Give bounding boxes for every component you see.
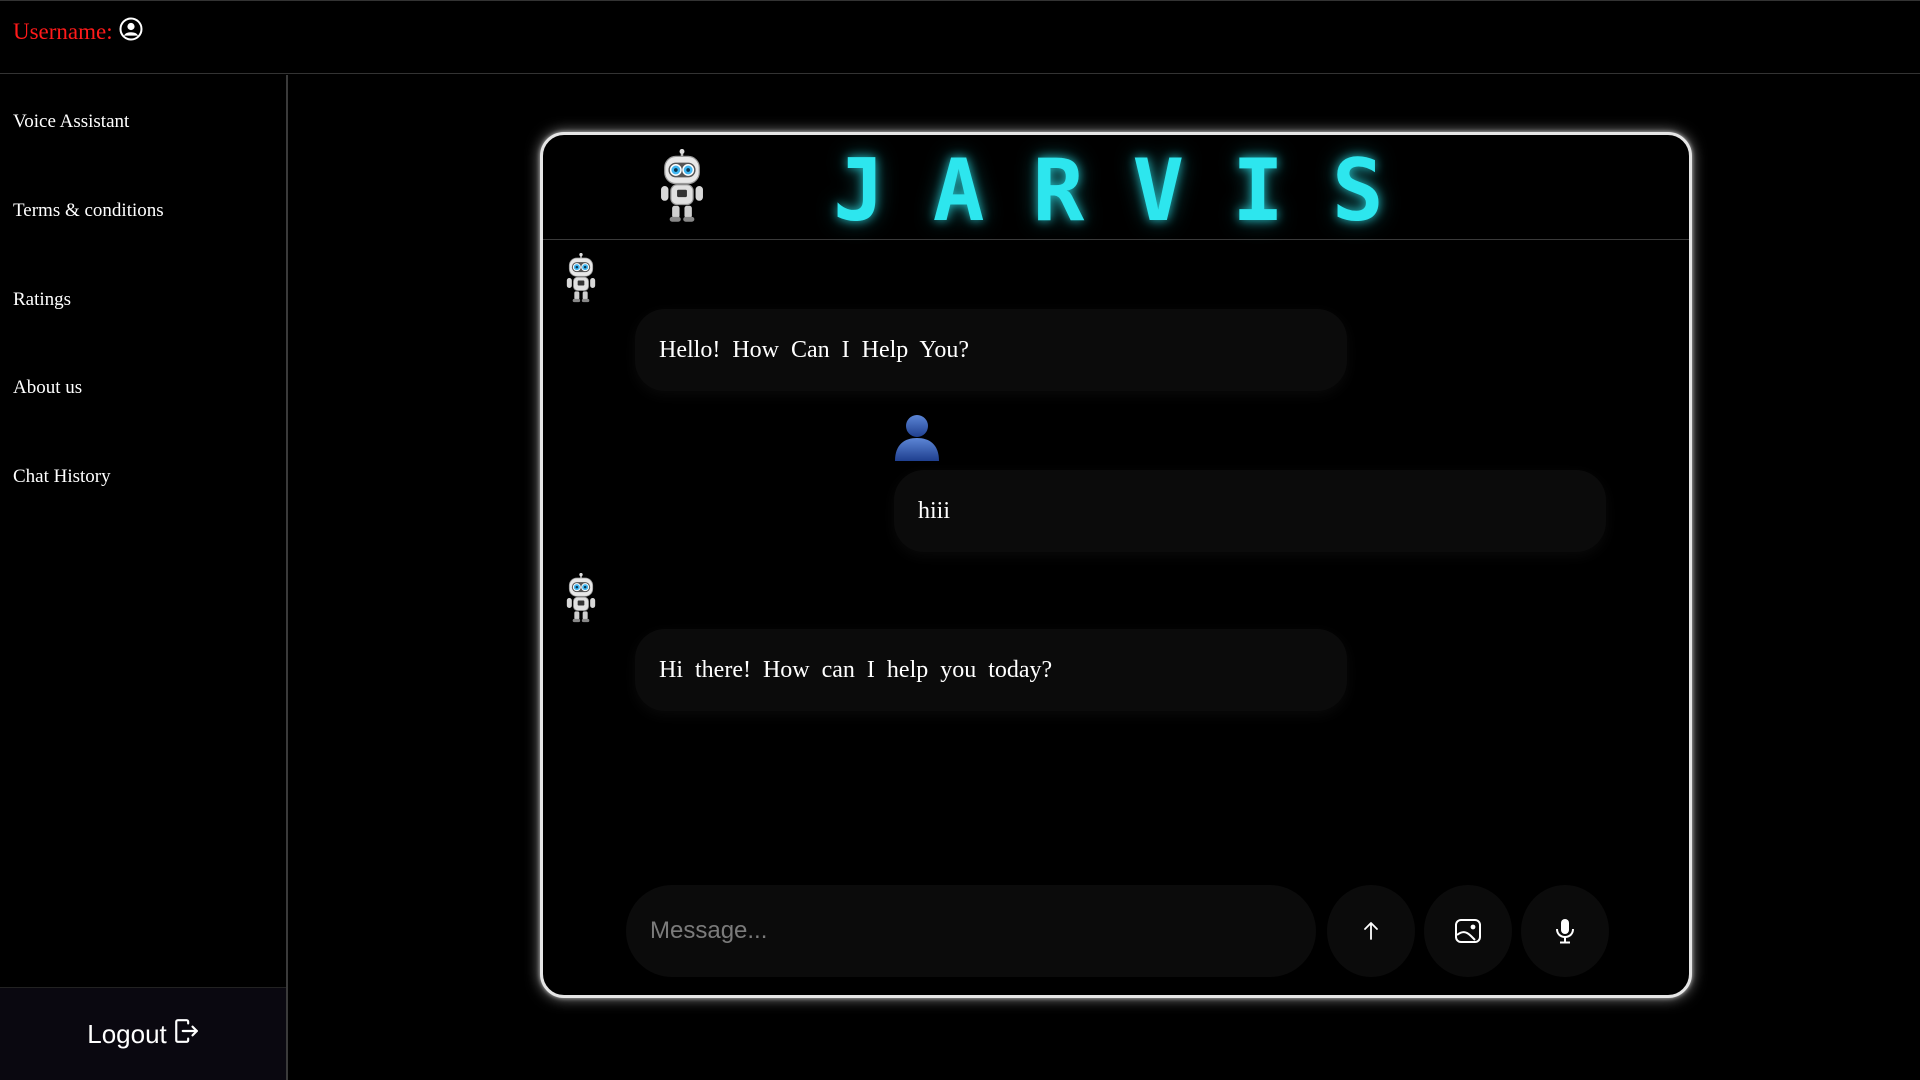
microphone-icon — [1556, 919, 1574, 944]
sidebar: Voice Assistant Terms & conditions Ratin… — [0, 75, 288, 1080]
user-circle-icon[interactable] — [119, 17, 143, 47]
arrow-up-icon — [1364, 922, 1378, 940]
image-icon — [1455, 919, 1481, 943]
sidebar-item-terms[interactable]: Terms & conditions — [13, 200, 164, 222]
logout-button[interactable]: Logout — [0, 987, 286, 1080]
bot-message: Hello! How Can I Help You? — [635, 309, 1347, 391]
message-text: Hi there! How can I help you today? — [659, 656, 1053, 683]
message-text: hiii — [918, 497, 951, 524]
logout-icon — [173, 1018, 199, 1051]
app-title: JARVIS — [833, 141, 1432, 241]
user-message: hiii — [894, 470, 1606, 552]
bot-message: Hi there! How can I help you today? — [635, 629, 1347, 711]
bot-avatar-icon — [564, 573, 598, 623]
chat-panel: JARVIS Hello! How Can I Help You? hiii H… — [540, 132, 1692, 998]
username-label: Username: — [13, 19, 113, 44]
sidebar-item-voice-assistant[interactable]: Voice Assistant — [13, 111, 129, 133]
sidebar-item-chat-history[interactable]: Chat History — [13, 466, 111, 488]
bot-avatar-icon — [564, 253, 598, 303]
image-upload-button[interactable] — [1424, 885, 1512, 977]
sidebar-item-ratings[interactable]: Ratings — [13, 289, 71, 311]
chat-header: JARVIS — [543, 135, 1689, 241]
message-input-wrapper — [626, 885, 1316, 977]
microphone-button[interactable] — [1521, 885, 1609, 977]
send-button[interactable] — [1327, 885, 1415, 977]
top-bar: Username: — [0, 0, 1920, 74]
logout-label: Logout — [87, 1018, 167, 1049]
message-text: Hello! How Can I Help You? — [659, 336, 969, 363]
message-input[interactable] — [626, 885, 1316, 977]
sidebar-item-about-us[interactable]: About us — [13, 377, 82, 399]
robot-logo-icon — [657, 149, 707, 223]
user-avatar-icon — [895, 415, 939, 461]
username-display: Username: — [13, 17, 143, 47]
